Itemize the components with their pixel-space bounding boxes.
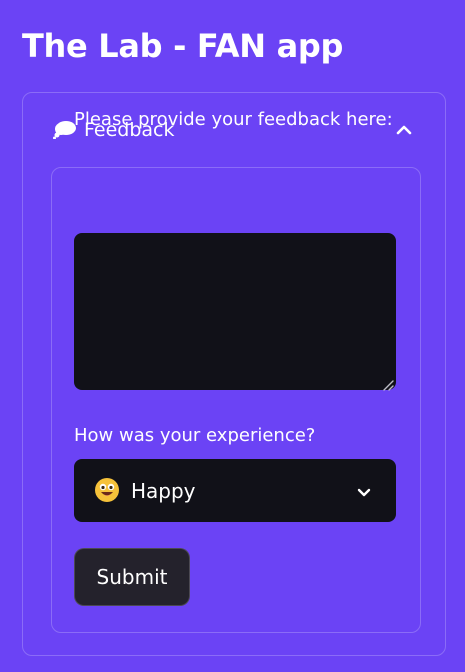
experience-field-label: How was your experience? — [74, 425, 316, 446]
feedback-textarea[interactable] — [74, 233, 396, 390]
grinning-face-emoji-icon — [94, 477, 120, 503]
chevron-down-icon — [356, 484, 372, 497]
chevron-up-icon[interactable] — [395, 121, 413, 135]
feedback-field-label: Please provide your feedback here: — [74, 109, 393, 130]
experience-select[interactable]: Happy — [74, 459, 396, 522]
submit-button[interactable]: Submit — [74, 548, 190, 606]
select-value: Happy — [131, 479, 196, 503]
page-title: The Lab - FAN app — [22, 27, 344, 65]
resize-handle-icon[interactable] — [382, 376, 394, 391]
